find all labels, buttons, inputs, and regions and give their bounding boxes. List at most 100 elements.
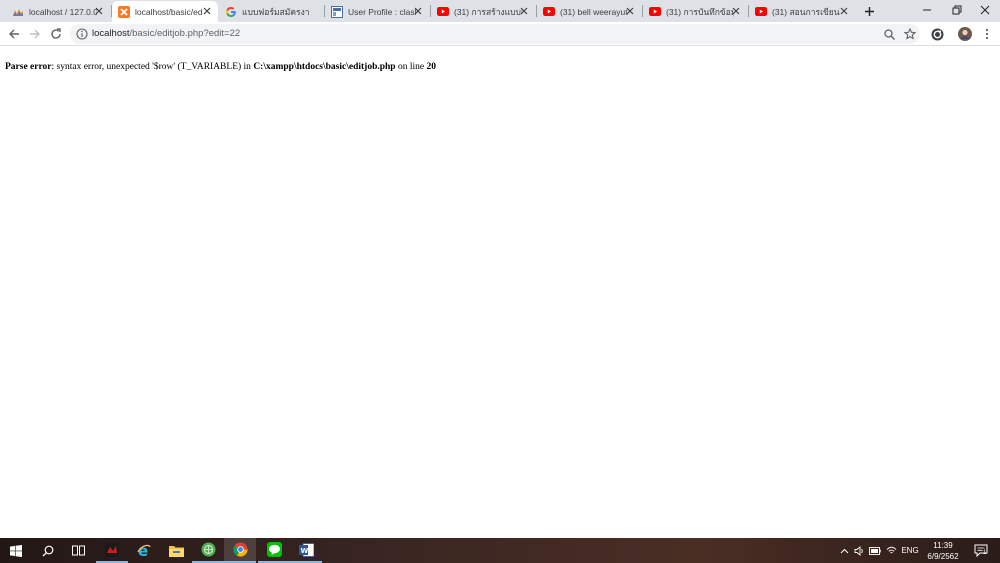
star-icon[interactable] — [903, 27, 917, 41]
zoom-icon[interactable] — [882, 27, 896, 41]
minimize-icon — [923, 9, 931, 11]
close-tab-icon[interactable] — [412, 5, 424, 17]
close-tab-icon[interactable] — [201, 5, 213, 17]
game-app-button[interactable] — [96, 538, 128, 563]
globe-app-button[interactable] — [192, 538, 224, 563]
start-button[interactable] — [0, 538, 32, 563]
arrow-left-icon — [9, 29, 19, 39]
chrome-icon — [232, 542, 248, 557]
word-icon: W — [298, 542, 314, 557]
close-tab-icon[interactable] — [730, 5, 742, 17]
xampp-icon — [118, 5, 130, 18]
error-line: 20 — [426, 62, 436, 72]
windows-icon — [10, 544, 22, 557]
youtube-icon — [543, 6, 555, 18]
google-icon — [225, 6, 237, 18]
restore-button[interactable] — [942, 0, 972, 20]
language-text: ENG — [901, 546, 919, 555]
word-button[interactable]: W — [290, 538, 322, 563]
error-text: : syntax error, unexpected '$row' (T_VAR… — [51, 62, 254, 72]
clock-time: 11:39 — [933, 541, 953, 550]
url-host: localhost — [92, 28, 130, 39]
notification-count: 1 — [983, 550, 987, 556]
tab-youtube-3[interactable]: (31) การบันทึกข้อมูล — [643, 1, 747, 22]
close-tab-icon[interactable] — [518, 5, 530, 17]
clock[interactable]: 11:39 6/9/2562 — [920, 540, 966, 562]
chrome-button[interactable] — [224, 538, 256, 563]
svg-text:W: W — [300, 547, 308, 555]
tab-strip: localhost / 127.0.0.1 / phpMyAdmin local… — [0, 0, 1000, 22]
language-indicator[interactable]: ENG — [900, 538, 920, 563]
reload-button[interactable] — [48, 26, 64, 42]
reload-icon — [51, 28, 61, 39]
youtube-icon — [649, 6, 661, 18]
error-file: C:\xampp\htdocs\basic\editjob.php — [253, 62, 396, 72]
battery-button[interactable] — [868, 538, 882, 563]
search-icon — [42, 545, 54, 556]
forward-button[interactable] — [27, 26, 43, 42]
youtube-icon — [755, 6, 767, 18]
page-content: Parse error: syntax error, unexpected '$… — [0, 47, 1000, 538]
address-bar[interactable]: localhost/basic/editjob.php?edit=22 — [70, 24, 920, 44]
close-window-button[interactable] — [970, 0, 1000, 20]
game-app-icon — [105, 542, 119, 557]
url-text: localhost/basic/editjob.php?edit=22 — [92, 28, 240, 39]
plus-icon — [864, 6, 874, 16]
file-explorer-icon — [168, 545, 184, 557]
taskbar: e W ENG 11:39 6/9/2562 1 — [0, 538, 1000, 563]
line-icon — [266, 542, 282, 557]
wifi-button[interactable] — [884, 538, 898, 563]
tab-title: (31) bell weerayut — [560, 6, 628, 17]
php-error-message: Parse error: syntax error, unexpected '$… — [5, 62, 436, 72]
close-icon — [980, 5, 990, 15]
profile-page-icon — [331, 5, 343, 18]
file-explorer-button[interactable] — [160, 538, 192, 563]
tab-title: localhost/basic/editjob.php?edit=22 — [135, 6, 203, 17]
line-button[interactable] — [258, 538, 290, 563]
restore-icon — [952, 5, 962, 15]
close-tab-icon[interactable] — [624, 5, 636, 17]
extension-icon[interactable] — [929, 26, 945, 42]
url-path: /basic/editjob.php?edit=22 — [129, 28, 241, 39]
minimize-button[interactable] — [912, 0, 942, 20]
back-button[interactable] — [6, 26, 22, 42]
app-icon — [201, 542, 215, 557]
volume-button[interactable] — [853, 538, 866, 563]
tab-title: (31) สอนการเขียนโปร — [772, 6, 840, 17]
tab-editjob[interactable]: localhost/basic/editjob.php?edit=22 — [112, 1, 218, 22]
arrow-right-icon — [30, 29, 40, 39]
speaker-icon — [854, 545, 863, 556]
profile-avatar[interactable] — [957, 26, 973, 42]
battery-icon — [869, 546, 881, 555]
tab-youtube-1[interactable]: (31) การสร้างแบบฟอร์ — [431, 1, 535, 22]
show-hidden-icons-button[interactable] — [838, 538, 850, 563]
internet-explorer-icon: e — [136, 543, 151, 558]
task-view-button[interactable] — [62, 538, 94, 563]
new-tab-button[interactable] — [861, 3, 877, 19]
tab-phpmyadmin[interactable]: localhost / 127.0.0.1 / phpMyAdmin — [6, 1, 110, 22]
close-tab-icon[interactable] — [838, 5, 850, 17]
browser-toolbar: localhost/basic/editjob.php?edit=22 — [0, 22, 1000, 46]
info-icon[interactable] — [76, 28, 88, 40]
internet-explorer-button[interactable]: e — [128, 538, 160, 563]
tab-youtube-2[interactable]: (31) bell weerayut — [537, 1, 641, 22]
tab-job-form[interactable]: แบบฟอร์มสมัครงาน ใ — [219, 1, 323, 22]
tab-title: localhost / 127.0.0.1 / phpMyAdmin — [29, 6, 97, 17]
tab-title: User Profile : clashdev — [348, 6, 416, 17]
tab-title: (31) การบันทึกข้อมูล — [666, 6, 734, 17]
tab-youtube-4[interactable]: (31) สอนการเขียนโปร — [749, 1, 855, 22]
notification-button[interactable]: 1 — [972, 538, 990, 563]
youtube-icon — [437, 6, 449, 18]
clock-date: 6/9/2562 — [927, 552, 959, 561]
error-label: Parse error — [5, 62, 52, 72]
chevron-up-icon — [840, 548, 848, 553]
menu-button[interactable] — [979, 26, 995, 42]
close-tab-icon[interactable] — [93, 5, 105, 17]
task-view-icon — [71, 545, 85, 556]
tab-user-profile[interactable]: User Profile : clashdev — [325, 1, 429, 22]
wifi-icon — [886, 546, 896, 554]
error-line-prefix: on line — [395, 62, 427, 72]
kebab-menu-icon — [985, 28, 989, 40]
phpmyadmin-icon — [12, 6, 24, 18]
search-button[interactable] — [32, 538, 64, 563]
